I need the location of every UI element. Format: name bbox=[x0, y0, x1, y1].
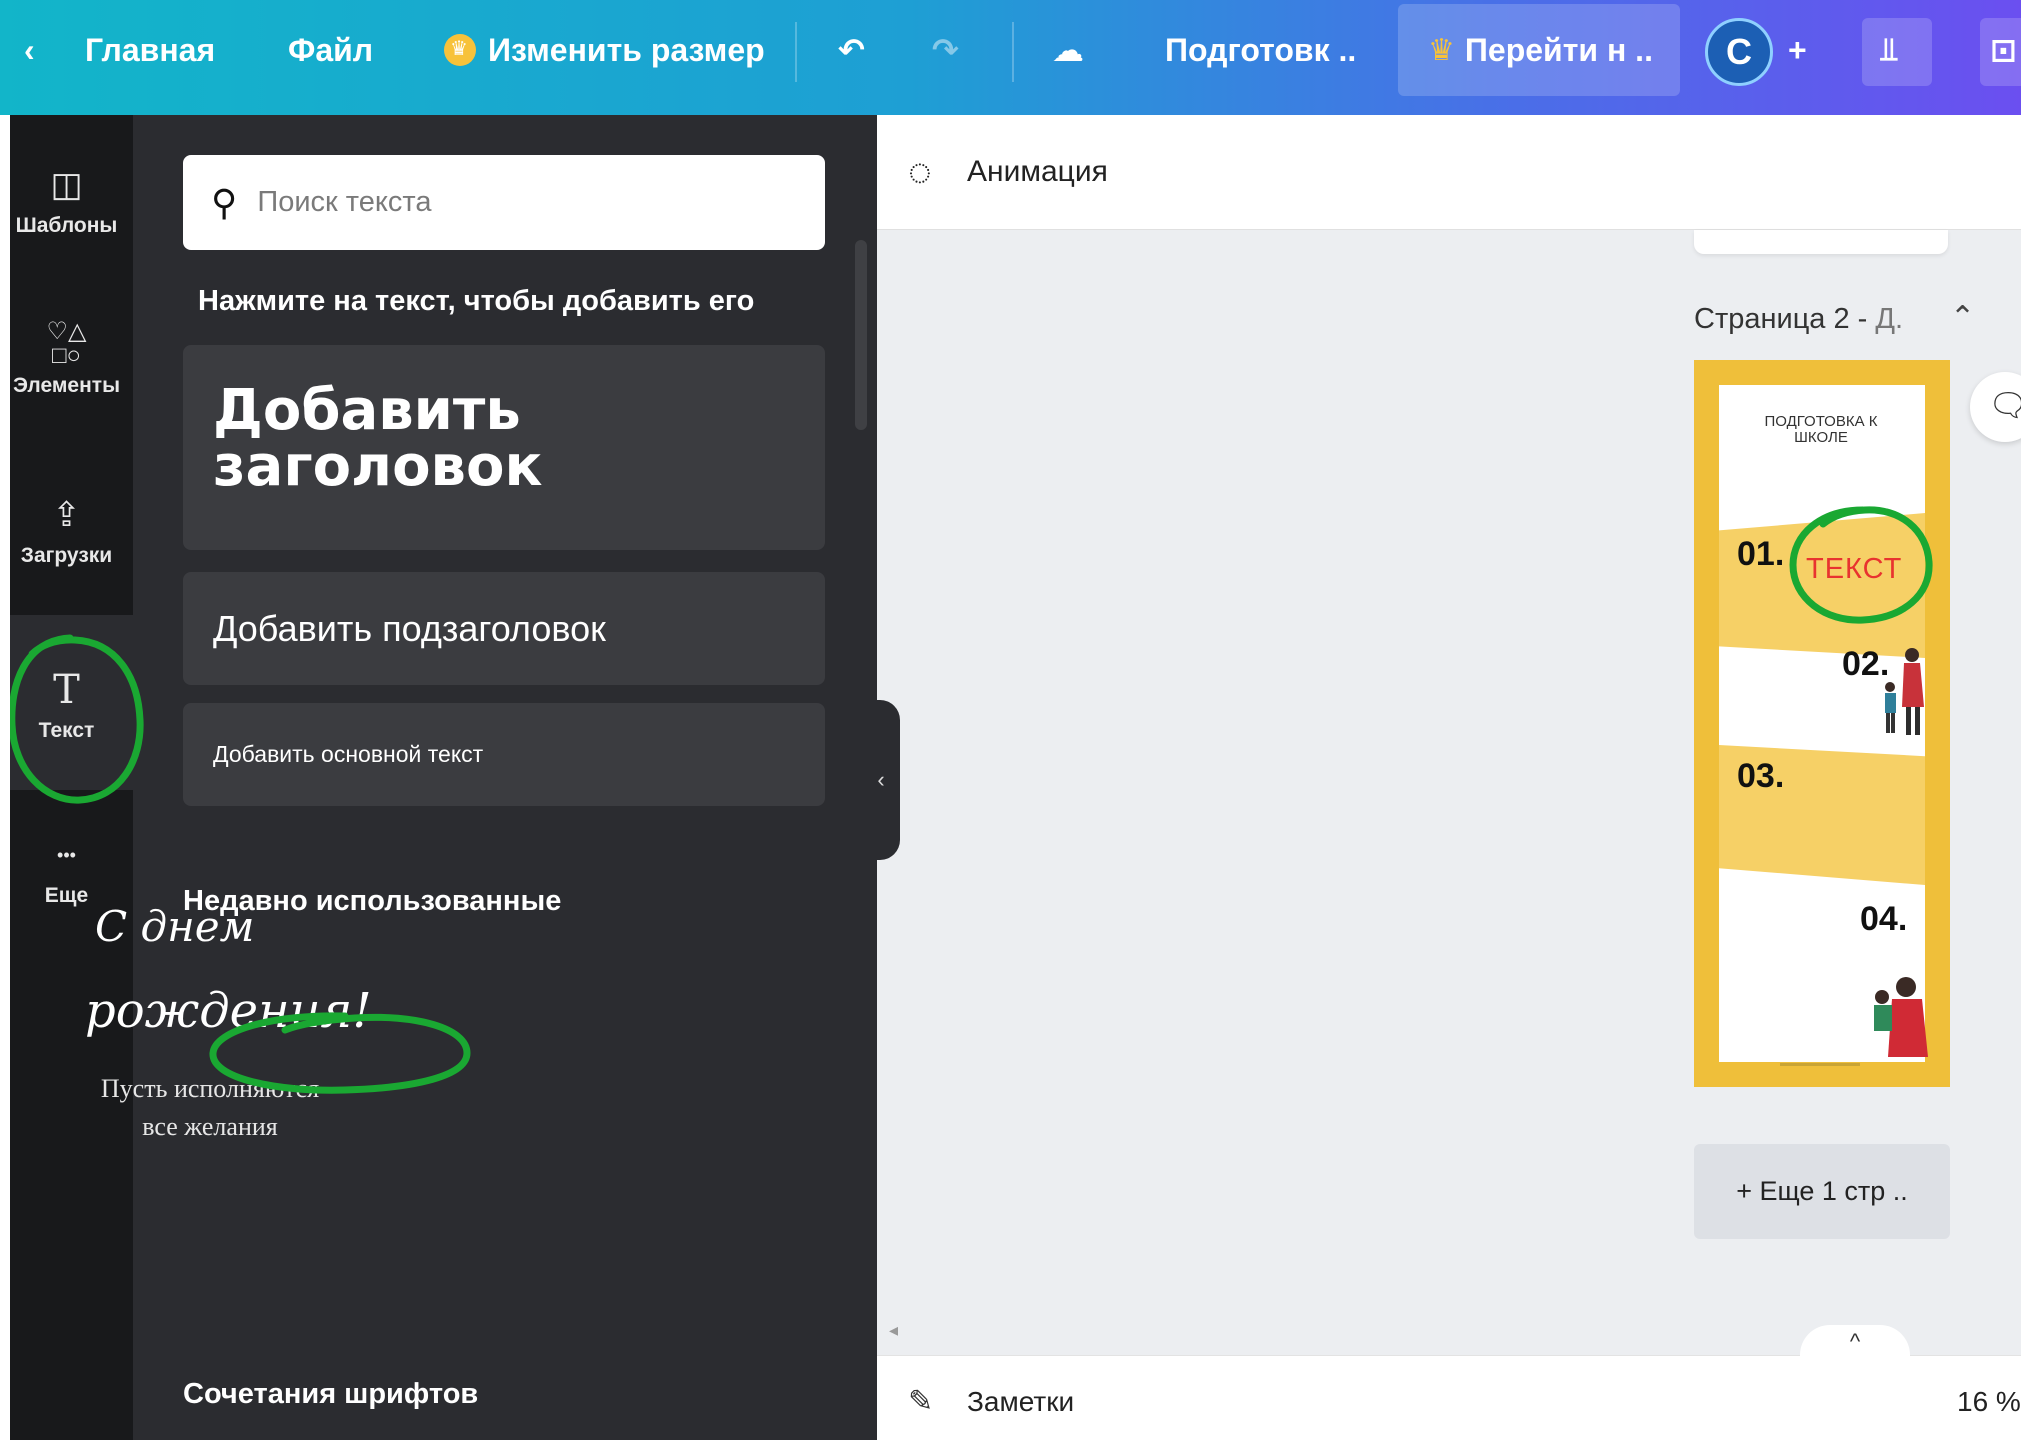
add-heading-button[interactable]: Добавить заголовок bbox=[183, 345, 825, 550]
scroll-left-icon[interactable]: ◂ bbox=[889, 1320, 898, 1341]
search-icon: ⚲ bbox=[211, 181, 238, 223]
previous-page-edge[interactable] bbox=[1694, 230, 1948, 254]
step-number: 03. bbox=[1737, 757, 1785, 795]
document-title[interactable]: Подготовк .. bbox=[1165, 0, 1356, 100]
panel-hint: Нажмите на текст, чтобы добавить его bbox=[198, 285, 755, 317]
share-icon[interactable]: ⊡ bbox=[1990, 0, 2017, 100]
rail-item-label: Шаблоны bbox=[15, 214, 118, 237]
family-illustration-icon bbox=[1885, 648, 1924, 735]
shapes-icon: ♡△ □○ bbox=[46, 318, 87, 369]
zoom-level[interactable]: 16 % bbox=[1957, 1386, 2021, 1418]
crown-icon: ♛ bbox=[1428, 33, 1455, 67]
add-body-text-button[interactable]: Добавить основной текст bbox=[183, 703, 825, 806]
add-subheading-button[interactable]: Добавить подзаголовок bbox=[183, 572, 825, 685]
resize-label: Изменить размер bbox=[488, 31, 765, 68]
upgrade-label: Перейти н .. bbox=[1464, 31, 1653, 68]
top-toolbar: ‹ Главная Файл Изменить размер ↶ ↷ ☁ Под… bbox=[0, 0, 2021, 115]
upgrade-button[interactable]: ♛ Перейти н .. bbox=[1428, 0, 1653, 100]
avatar[interactable]: С bbox=[1705, 18, 1773, 86]
rail-item-label: Текст bbox=[38, 719, 95, 742]
rail-item-elements[interactable]: ♡△ □○ Элементы bbox=[0, 320, 133, 398]
search-box[interactable]: ⚲ bbox=[183, 155, 825, 250]
panel-scrollbar[interactable] bbox=[855, 240, 867, 430]
mother-child-illustration-icon bbox=[1874, 977, 1928, 1057]
toolbar-divider bbox=[795, 22, 797, 82]
undo-icon[interactable]: ↶ bbox=[838, 0, 865, 100]
rail-item-uploads[interactable]: ⇪ Загрузки bbox=[0, 490, 133, 568]
cloud-upload-icon: ⇪ bbox=[52, 496, 81, 534]
recent-preview-caption: Пусть исполняются все желания bbox=[80, 1070, 340, 1146]
side-rail: ◫ Шаблоны ♡△ □○ Элементы ⇪ Загрузки T Те… bbox=[0, 115, 133, 1440]
rail-item-text[interactable]: T Текст bbox=[0, 615, 133, 790]
animation-button[interactable]: Анимация bbox=[967, 155, 1108, 189]
add-heading-label: Добавить заголовок bbox=[213, 378, 543, 499]
caption-line: все желания bbox=[142, 1112, 278, 1141]
animation-icon[interactable]: ◌ bbox=[908, 150, 932, 195]
layout-icon: ◫ bbox=[50, 166, 83, 204]
page-label: Страница 2 - Д. bbox=[1694, 303, 1903, 336]
file-menu-button[interactable]: Файл bbox=[288, 0, 373, 100]
window-edge bbox=[0, 115, 10, 1440]
more-dots-icon: ••• bbox=[57, 845, 76, 865]
add-body-text-label: Добавить основной текст bbox=[213, 741, 484, 767]
recent-preview-line: С днем bbox=[95, 902, 255, 951]
text-t-icon: T bbox=[53, 667, 80, 713]
font-combos-section-title: Сочетания шрифтов bbox=[183, 1378, 479, 1410]
search-input[interactable] bbox=[257, 186, 798, 219]
page-label-rest: Д. bbox=[1875, 303, 1904, 335]
crown-icon bbox=[444, 34, 476, 66]
thumbnail-footer-line bbox=[1780, 1063, 1860, 1066]
home-link[interactable]: Главная bbox=[85, 0, 215, 100]
invite-plus-icon[interactable]: + bbox=[1788, 0, 1807, 100]
rail-item-templates[interactable]: ◫ Шаблоны bbox=[0, 160, 133, 238]
step-number: 04. bbox=[1860, 900, 1908, 938]
text-panel: ⚲ Нажмите на текст, чтобы добавить его Д… bbox=[133, 115, 877, 1440]
notes-icon[interactable]: ✎ bbox=[908, 1384, 933, 1419]
collapse-panel-handle[interactable]: ‹ bbox=[862, 700, 900, 860]
cloud-saved-icon[interactable]: ☁ bbox=[1052, 0, 1084, 100]
thumbnail-title: ПОДГОТОВКА К ШКОЛЕ bbox=[1764, 413, 1878, 446]
back-chevron-icon[interactable]: ‹ bbox=[24, 0, 35, 100]
toolbar-divider bbox=[1012, 22, 1014, 82]
redo-icon[interactable]: ↷ bbox=[932, 0, 959, 100]
thumbnail-text[interactable]: ТЕКСТ bbox=[1806, 553, 1902, 586]
add-subheading-label: Добавить подзаголовок bbox=[213, 607, 606, 649]
page-label-main: Страница 2 - bbox=[1694, 303, 1876, 335]
stats-icon[interactable]: ⫫ bbox=[1880, 0, 1898, 100]
rail-item-label: Загрузки bbox=[20, 544, 113, 567]
chevron-up-icon[interactable]: ⌃ bbox=[1950, 300, 1975, 335]
resize-button[interactable]: Изменить размер bbox=[444, 0, 765, 100]
recent-preview-line: рождения! bbox=[85, 983, 372, 1039]
step-number: 01. bbox=[1737, 535, 1785, 573]
caption-line: Пусть исполняются bbox=[100, 1074, 320, 1103]
rail-item-label: Элементы bbox=[13, 374, 120, 397]
add-page-button[interactable]: + Еще 1 стр .. bbox=[1694, 1144, 1950, 1239]
notes-button[interactable]: Заметки bbox=[967, 1386, 1074, 1418]
expand-pages-tab[interactable]: ^ bbox=[1800, 1325, 1910, 1357]
